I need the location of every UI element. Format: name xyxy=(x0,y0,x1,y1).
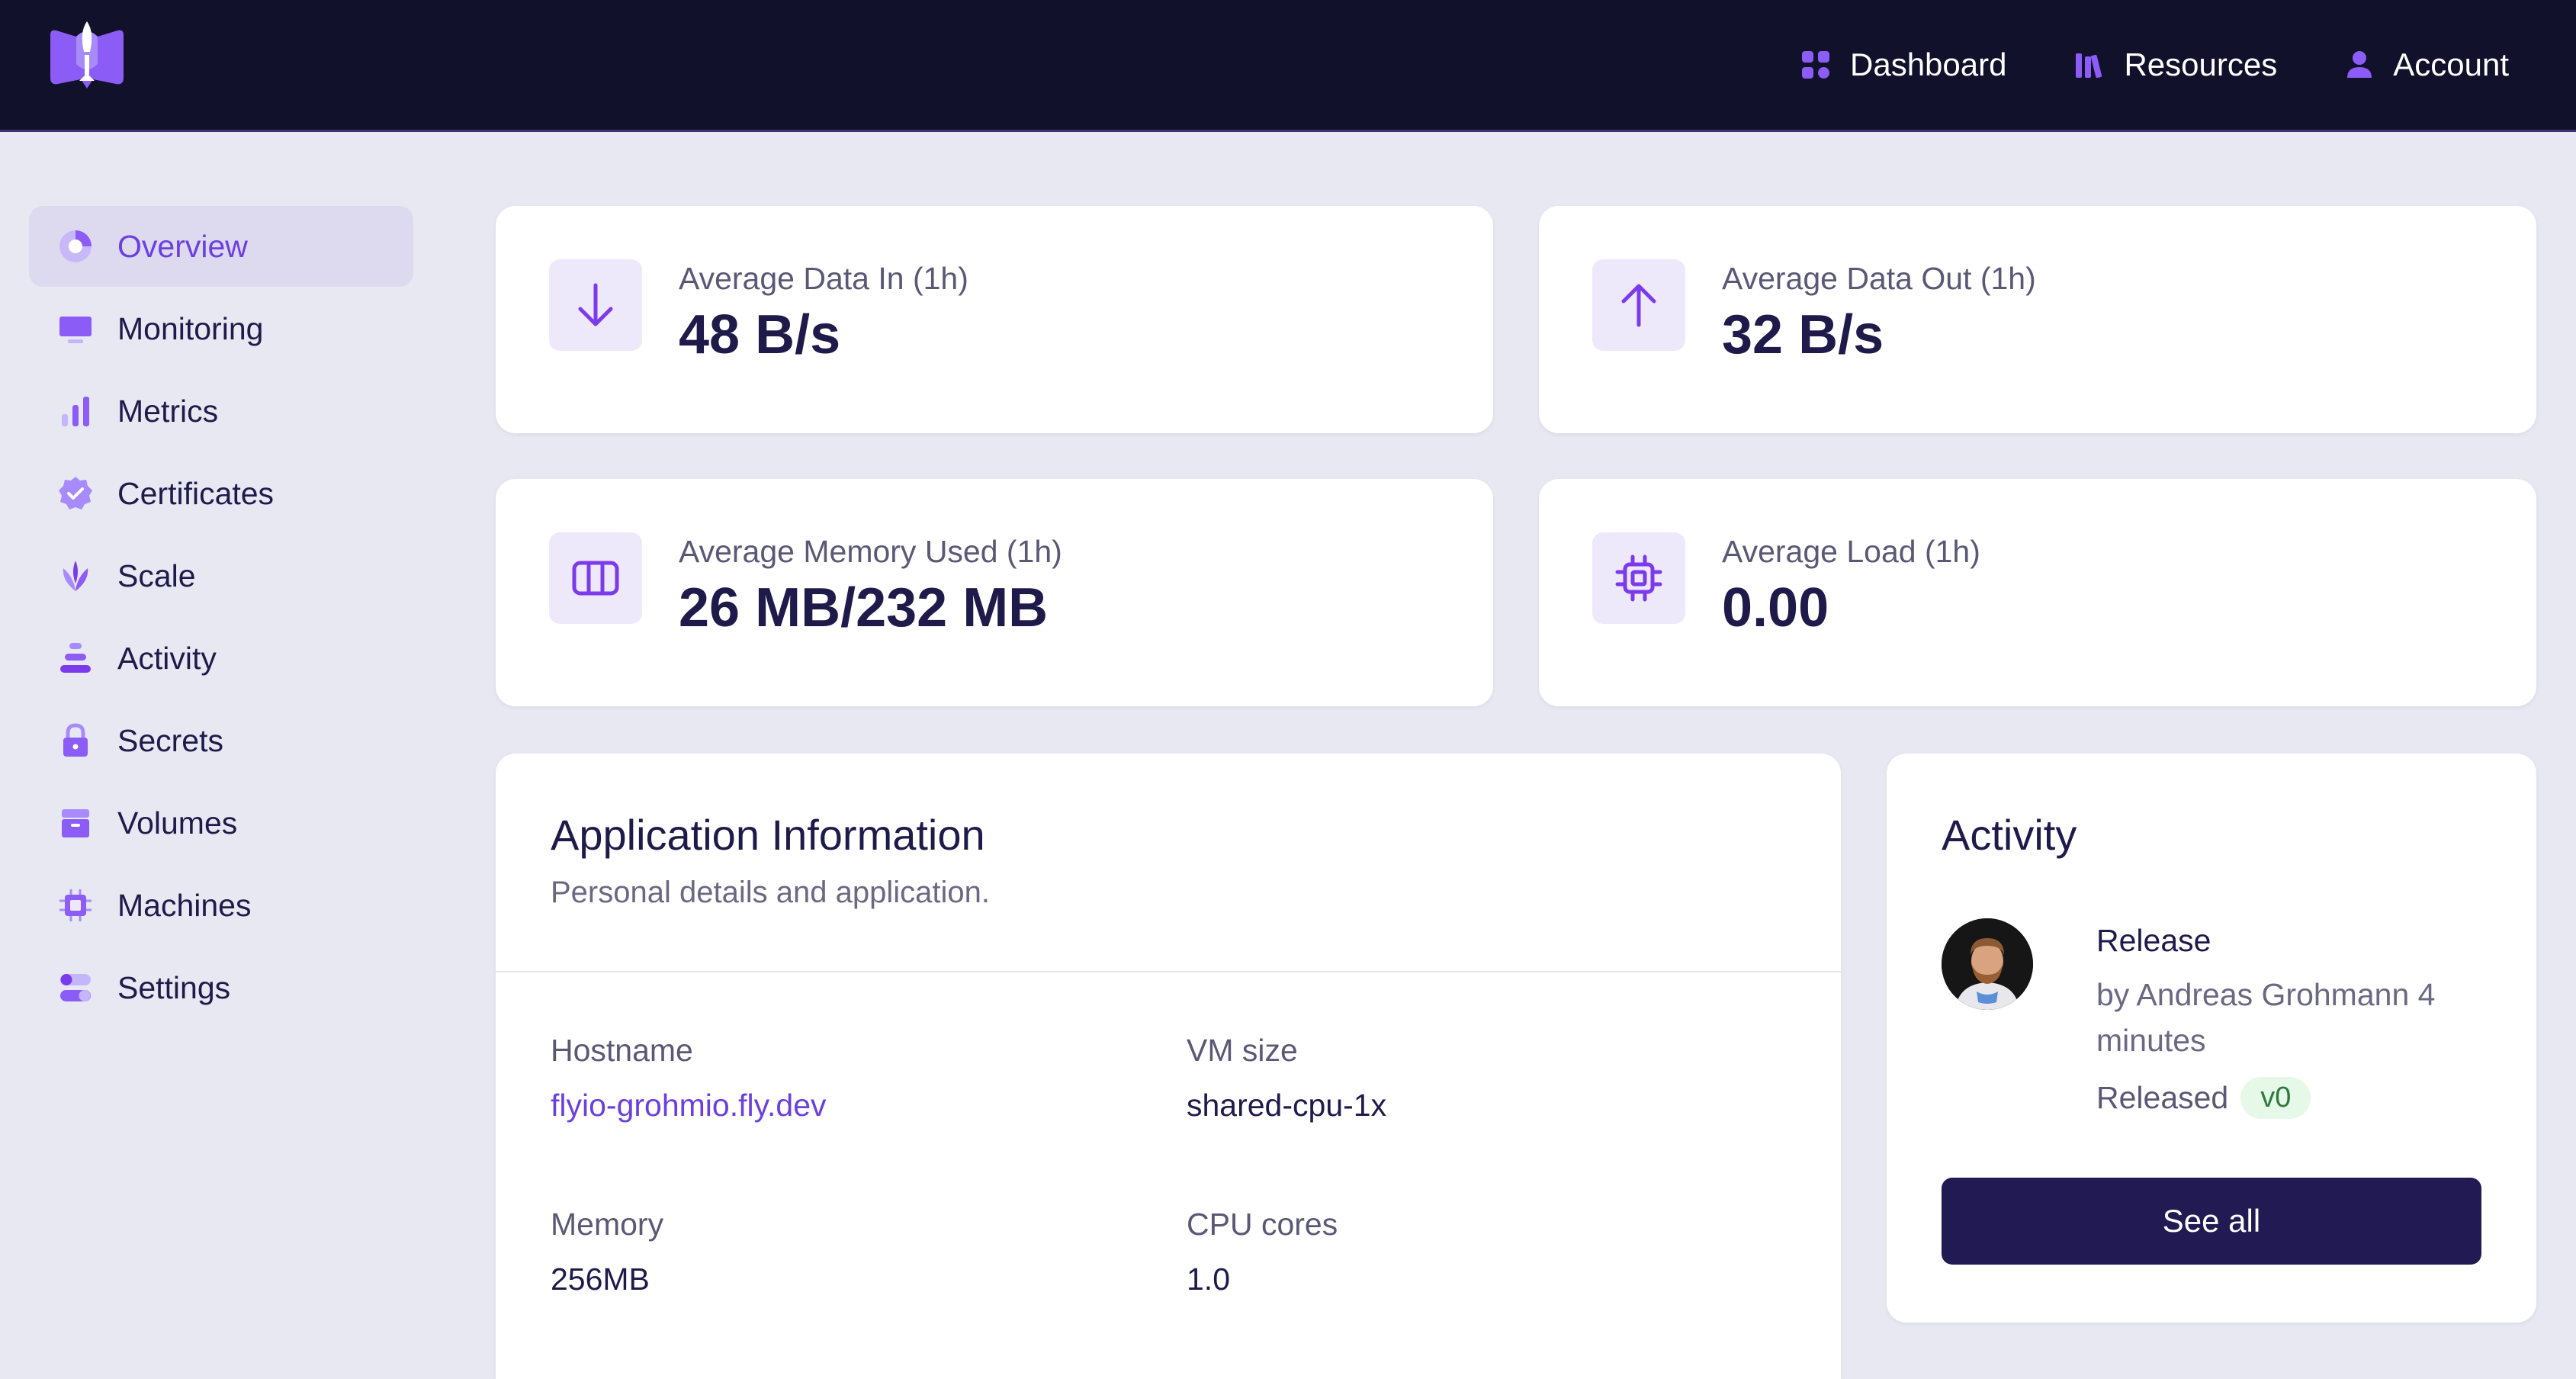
fly-logo-icon[interactable] xyxy=(46,18,128,92)
sidebar-item-label: Machines xyxy=(117,887,252,923)
arrow-down-icon xyxy=(549,259,642,351)
cpu-cores-value: 1.0 xyxy=(1187,1262,1230,1297)
released-label: Released xyxy=(2096,1080,2229,1115)
cpu-chip-icon xyxy=(56,886,95,924)
sidebar-item-label: Activity xyxy=(117,640,217,676)
nav-resources-label: Resources xyxy=(2124,47,2278,82)
cpu-cores-label: CPU cores xyxy=(1187,1207,1338,1242)
sprout-icon xyxy=(56,557,95,595)
sidebar: Overview Monitoring Metrics Certificates… xyxy=(29,206,413,1030)
vm-size-value: shared-cpu-1x xyxy=(1187,1088,1387,1123)
toggles-icon xyxy=(56,969,95,1007)
badge-check-icon xyxy=(56,474,95,513)
sidebar-item-metrics[interactable]: Metrics xyxy=(29,371,413,452)
stat-card-memory: Average Memory Used (1h) 26 MB/232 MB xyxy=(496,479,1493,706)
app-info-title: Application Information xyxy=(551,811,985,859)
sidebar-item-label: Settings xyxy=(117,969,231,1005)
sidebar-item-scale[interactable]: Scale xyxy=(29,535,413,616)
sidebar-item-machines[interactable]: Machines xyxy=(29,865,413,946)
memory-columns-icon xyxy=(549,532,642,624)
nav-account[interactable]: Account xyxy=(2346,47,2509,83)
avatar xyxy=(1942,918,2033,1010)
monitor-icon xyxy=(56,310,95,348)
stat-value: 48 B/s xyxy=(679,304,841,365)
application-info-card: Application Information Personal details… xyxy=(496,754,1841,1379)
arrow-up-icon xyxy=(1592,259,1685,351)
activity-card: Activity Release by Andreas Grohmann 4 m… xyxy=(1887,754,2536,1323)
stat-label: Average Data In (1h) xyxy=(679,261,968,296)
stat-card-data-in: Average Data In (1h) 48 B/s xyxy=(496,206,1493,433)
sidebar-item-overview[interactable]: Overview xyxy=(29,206,413,287)
nav-account-label: Account xyxy=(2393,47,2509,82)
stat-value: 32 B/s xyxy=(1722,304,1884,365)
divider xyxy=(496,971,1841,972)
stat-card-data-out: Average Data Out (1h) 32 B/s xyxy=(1539,206,2536,433)
stat-value: 0.00 xyxy=(1722,577,1829,638)
user-icon xyxy=(2346,50,2373,79)
lock-icon xyxy=(56,722,95,760)
stat-value: 26 MB/232 MB xyxy=(679,577,1049,638)
sidebar-item-label: Certificates xyxy=(117,475,275,511)
top-nav: Dashboard Resources Account xyxy=(1801,0,2509,130)
nav-dashboard-label: Dashboard xyxy=(1850,47,2007,82)
top-navigation-bar: Dashboard Resources Account xyxy=(0,0,2576,132)
memory-label: Memory xyxy=(551,1207,664,1242)
sidebar-item-monitoring[interactable]: Monitoring xyxy=(29,288,413,369)
sidebar-item-settings[interactable]: Settings xyxy=(29,947,413,1028)
memory-value: 256MB xyxy=(551,1262,650,1297)
version-badge: v0 xyxy=(2240,1077,2311,1119)
archive-box-icon xyxy=(56,804,95,842)
hostname-label: Hostname xyxy=(551,1033,693,1068)
cpu-chip-icon xyxy=(1592,532,1685,624)
activity-event-meta: by Andreas Grohmann 4 minutes xyxy=(2096,977,2436,1058)
sidebar-item-secrets[interactable]: Secrets xyxy=(29,700,413,781)
chart-pie-icon xyxy=(56,227,95,265)
stat-card-load: Average Load (1h) 0.00 xyxy=(1539,479,2536,706)
sidebar-item-label: Volumes xyxy=(117,805,238,841)
grid-icon xyxy=(1801,50,1830,79)
see-all-button[interactable]: See all xyxy=(1942,1178,2481,1265)
hostname-link[interactable]: flyio-grohmio.fly.dev xyxy=(551,1088,827,1123)
stack-icon xyxy=(56,639,95,677)
sidebar-item-activity[interactable]: Activity xyxy=(29,618,413,699)
library-icon xyxy=(2075,50,2104,79)
nav-resources[interactable]: Resources xyxy=(2075,47,2277,83)
stat-label: Average Data Out (1h) xyxy=(1722,261,2036,296)
sidebar-item-volumes[interactable]: Volumes xyxy=(29,783,413,863)
sidebar-item-label: Overview xyxy=(117,228,248,264)
vm-size-label: VM size xyxy=(1187,1033,1298,1068)
bar-chart-icon xyxy=(56,392,95,430)
nav-dashboard[interactable]: Dashboard xyxy=(1801,47,2006,83)
sidebar-item-label: Monitoring xyxy=(117,310,264,346)
activity-released-row: Released v0 xyxy=(2096,1077,2311,1119)
sidebar-item-certificates[interactable]: Certificates xyxy=(29,453,413,534)
sidebar-item-label: Secrets xyxy=(117,722,223,758)
sidebar-item-label: Scale xyxy=(117,558,196,593)
activity-event-title: Release xyxy=(2096,923,2211,958)
activity-title: Activity xyxy=(1942,811,2077,859)
stat-label: Average Memory Used (1h) xyxy=(679,534,1062,569)
sidebar-item-label: Metrics xyxy=(117,393,219,429)
app-info-subtitle: Personal details and application. xyxy=(551,876,990,909)
stat-label: Average Load (1h) xyxy=(1722,534,1980,569)
